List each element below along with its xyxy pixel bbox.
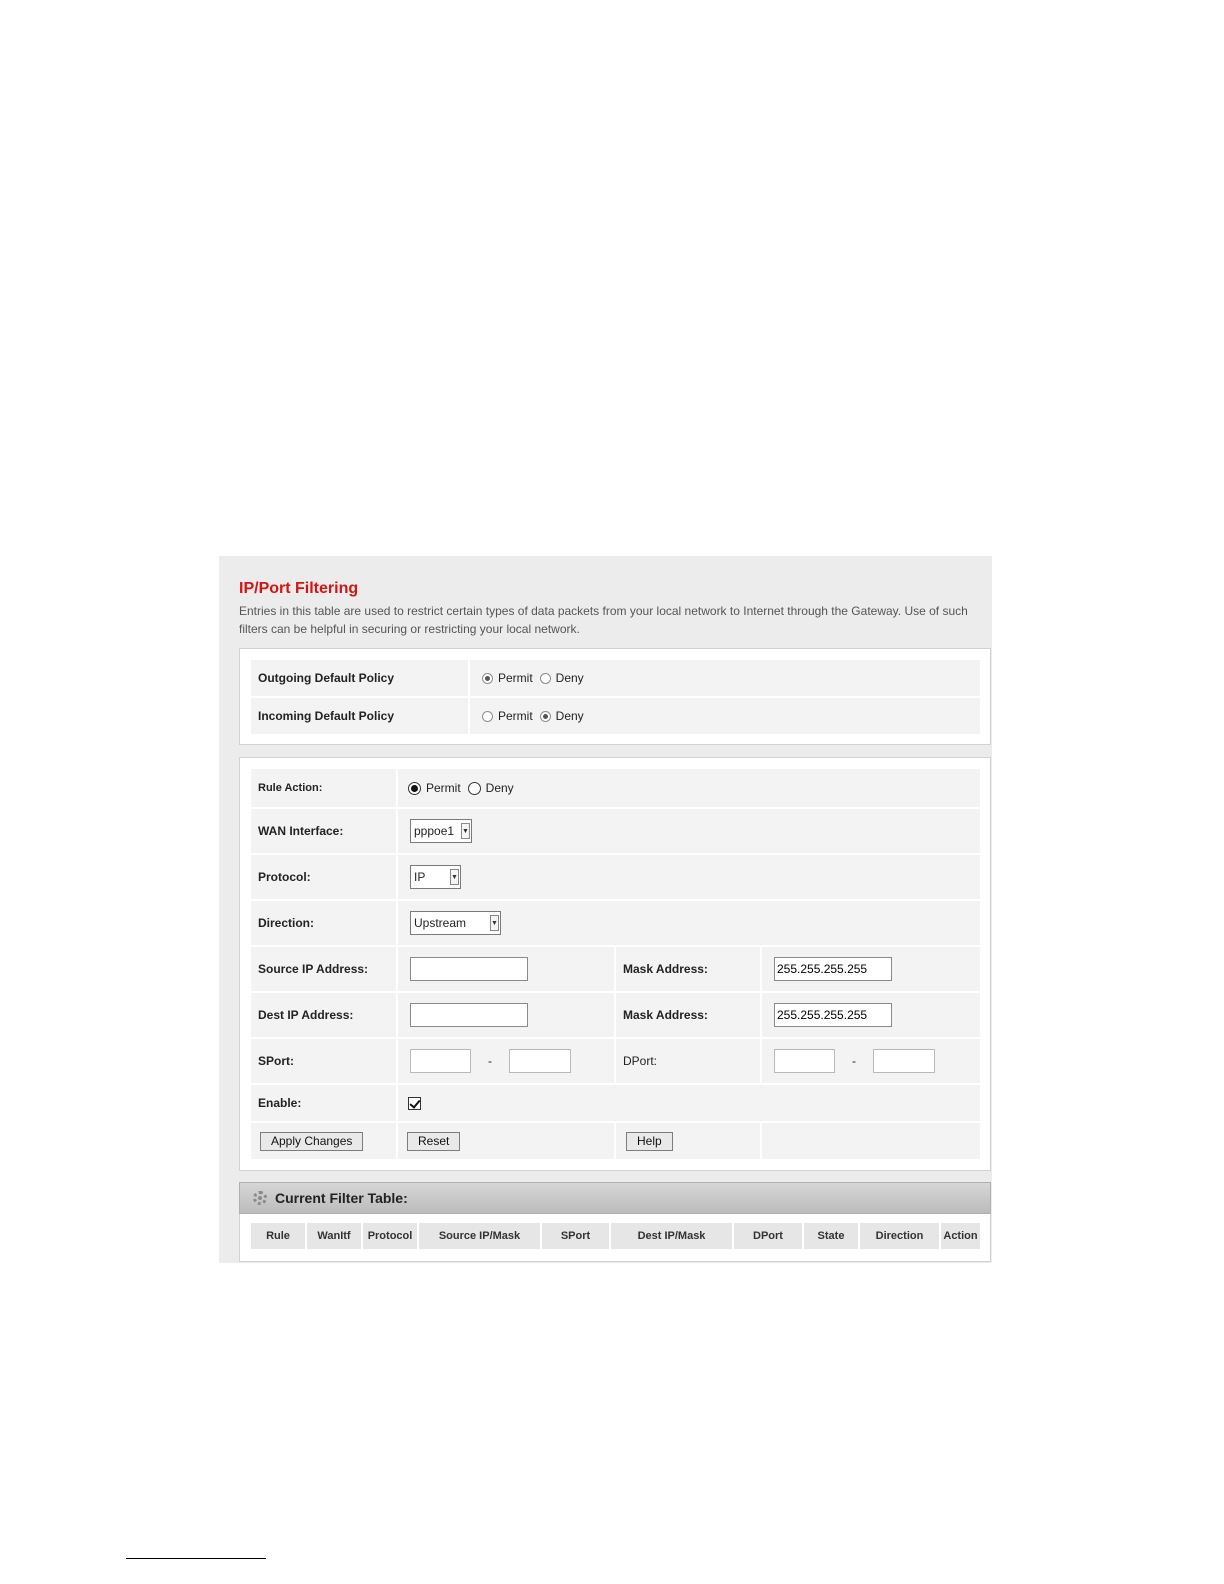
- dport-start-input[interactable]: [774, 1049, 835, 1073]
- direction-row: Direction: Upstream ▼: [251, 901, 980, 945]
- source-mask-input[interactable]: [774, 957, 892, 981]
- dest-ip-cell: [398, 993, 614, 1037]
- direction-label: Direction:: [251, 901, 396, 945]
- column-header-sport: SPort: [542, 1223, 609, 1249]
- help-cell: Help: [616, 1123, 760, 1159]
- outgoing-policy-row: Outgoing Default Policy Permit Deny: [251, 660, 980, 696]
- rule-action-options: Permit Deny: [398, 769, 980, 807]
- rule-action-row: Rule Action: Permit Deny: [251, 769, 980, 807]
- outgoing-deny-radio[interactable]: [539, 672, 551, 684]
- rule-action-deny-radio[interactable]: [467, 781, 481, 795]
- source-ip-cell: [398, 947, 614, 991]
- incoming-deny-radio[interactable]: [539, 710, 551, 722]
- chevron-down-icon: ▼: [450, 869, 459, 885]
- enable-row: Enable:: [251, 1085, 980, 1121]
- dest-ip-row: Dest IP Address: Mask Address:: [251, 993, 980, 1037]
- incoming-deny-label: Deny: [555, 709, 584, 723]
- enable-label: Enable:: [251, 1085, 396, 1121]
- dest-ip-input[interactable]: [410, 1003, 528, 1027]
- gear-icon: [253, 1191, 267, 1205]
- help-button[interactable]: Help: [626, 1131, 673, 1151]
- column-header-state: State: [804, 1223, 858, 1249]
- filter-table: Rule WanItf Protocol Source IP/Mask SPor…: [239, 1214, 991, 1262]
- protocol-label: Protocol:: [251, 855, 396, 899]
- protocol-cell: IP ▼: [398, 855, 980, 899]
- chevron-down-icon: ▼: [461, 823, 470, 839]
- outgoing-deny-label: Deny: [555, 671, 584, 685]
- source-ip-row: Source IP Address: Mask Address:: [251, 947, 980, 991]
- buttons-row: Apply Changes Reset Help: [251, 1123, 980, 1159]
- direction-cell: Upstream ▼: [398, 901, 980, 945]
- wan-interface-cell: pppoe1 ▼: [398, 809, 980, 853]
- column-header-direction: Direction: [860, 1223, 939, 1249]
- default-policy-box: Outgoing Default Policy Permit Deny Inco…: [239, 648, 991, 745]
- dest-mask-cell: [762, 993, 980, 1037]
- source-ip-label: Source IP Address:: [251, 947, 396, 991]
- sport-range-separator: -: [488, 1054, 492, 1068]
- incoming-policy-label: Incoming Default Policy: [251, 698, 468, 734]
- outgoing-policy-label: Outgoing Default Policy: [251, 660, 468, 696]
- incoming-permit-label: Permit: [498, 709, 533, 723]
- wan-interface-select[interactable]: pppoe1 ▼: [410, 819, 472, 843]
- column-header-dport: DPort: [734, 1223, 802, 1249]
- page-description: Entries in this table are used to restri…: [239, 604, 968, 636]
- outgoing-policy-options: Permit Deny: [470, 660, 980, 696]
- source-mask-cell: [762, 947, 980, 991]
- column-header-dest-ip-mask: Dest IP/Mask: [611, 1223, 732, 1249]
- rule-action-permit-label: Permit: [426, 781, 461, 795]
- enable-checkbox[interactable]: [408, 1096, 421, 1110]
- rule-form-box: Rule Action: Permit Deny WAN Interface: …: [239, 757, 991, 1171]
- outgoing-permit-radio[interactable]: [482, 672, 493, 684]
- incoming-permit-radio[interactable]: [482, 710, 493, 722]
- dport-cell: -: [762, 1039, 980, 1083]
- reset-button[interactable]: Reset: [407, 1131, 461, 1151]
- column-header-rule: Rule: [251, 1223, 305, 1249]
- chevron-down-icon: ▼: [490, 915, 499, 931]
- reset-cell: Reset: [398, 1123, 614, 1159]
- wan-interface-label: WAN Interface:: [251, 809, 396, 853]
- filter-table-title: Current Filter Table:: [275, 1190, 408, 1206]
- sport-cell: -: [398, 1039, 614, 1083]
- incoming-policy-row: Incoming Default Policy Permit Deny: [251, 698, 980, 734]
- dport-label: DPort:: [616, 1039, 760, 1083]
- rule-action-permit-radio[interactable]: [408, 781, 421, 795]
- page-title: IP/Port Filtering: [239, 580, 359, 597]
- checkmark-icon: [409, 1096, 421, 1109]
- wan-interface-row: WAN Interface: pppoe1 ▼: [251, 809, 980, 853]
- column-header-wanitf: WanItf: [307, 1223, 361, 1249]
- column-header-action: Action: [941, 1223, 980, 1249]
- footnote-separator: [126, 1558, 266, 1559]
- apply-cell: Apply Changes: [251, 1123, 396, 1159]
- port-row: SPort: - DPort: -: [251, 1039, 980, 1083]
- filter-table-column-headers: Rule WanItf Protocol Source IP/Mask SPor…: [251, 1223, 980, 1249]
- outgoing-permit-label: Permit: [498, 671, 533, 685]
- source-mask-label: Mask Address:: [616, 947, 760, 991]
- column-header-source-ip-mask: Source IP/Mask: [419, 1223, 540, 1249]
- ip-port-filtering-panel: IP/Port Filtering Entries in this table …: [219, 556, 992, 1263]
- sport-end-input[interactable]: [509, 1049, 571, 1073]
- rule-action-label: Rule Action:: [251, 769, 396, 807]
- dest-mask-label: Mask Address:: [616, 993, 760, 1037]
- direction-select[interactable]: Upstream ▼: [410, 911, 501, 935]
- rule-action-deny-label: Deny: [485, 781, 514, 795]
- dest-ip-label: Dest IP Address:: [251, 993, 396, 1037]
- dport-range-separator: -: [852, 1054, 856, 1068]
- protocol-select[interactable]: IP ▼: [410, 865, 461, 889]
- empty-cell: [762, 1123, 980, 1159]
- wan-interface-value: pppoe1: [414, 824, 455, 838]
- source-ip-input[interactable]: [410, 957, 528, 981]
- apply-changes-button[interactable]: Apply Changes: [260, 1131, 364, 1151]
- protocol-value: IP: [414, 870, 426, 884]
- filter-table-header: Current Filter Table:: [239, 1182, 991, 1214]
- incoming-policy-options: Permit Deny: [470, 698, 980, 734]
- direction-value: Upstream: [414, 916, 467, 930]
- sport-start-input[interactable]: [410, 1049, 471, 1073]
- dport-end-input[interactable]: [873, 1049, 935, 1073]
- sport-label: SPort:: [251, 1039, 396, 1083]
- protocol-row: Protocol: IP ▼: [251, 855, 980, 899]
- column-header-protocol: Protocol: [363, 1223, 417, 1249]
- enable-cell: [398, 1085, 980, 1121]
- dest-mask-input[interactable]: [774, 1003, 892, 1027]
